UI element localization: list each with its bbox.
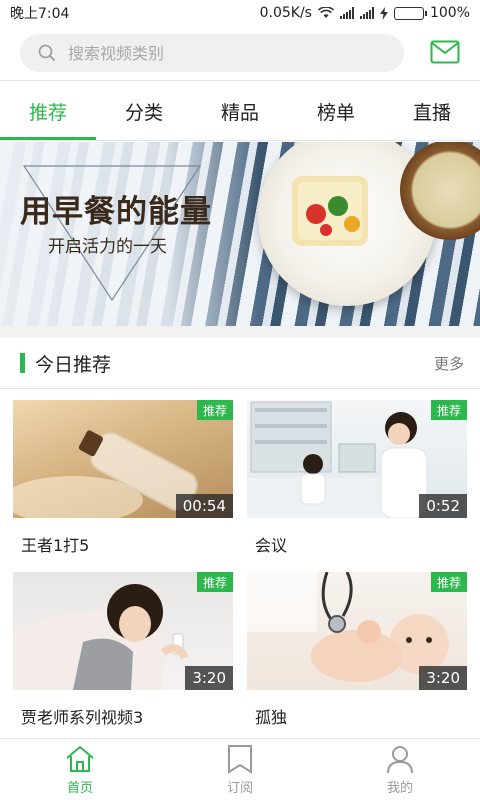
battery-icon <box>393 6 427 20</box>
video-duration: 3:20 <box>185 666 233 690</box>
video-card[interactable]: 推荐 3:20 贾老师系列视频3 <box>13 572 233 742</box>
video-duration: 3:20 <box>419 666 467 690</box>
banner-title: 用早餐的能量 <box>20 194 212 230</box>
cell-signal-2-icon <box>359 7 374 19</box>
video-title: 孤独 <box>255 708 288 727</box>
nav-profile-label: 我的 <box>386 780 413 796</box>
wifi-icon <box>317 7 334 18</box>
video-thumbnail: 推荐 00:54 <box>13 400 233 518</box>
nav-home[interactable]: 首页 <box>0 739 160 800</box>
battery-percent: 100% <box>429 5 470 21</box>
home-icon <box>66 745 94 772</box>
banner-subtitle: 开启活力的一天 <box>48 237 167 257</box>
section-accent-bar <box>20 353 25 373</box>
category-tabs: 推荐 分类 精品 榜单 直播 <box>0 82 480 140</box>
tab-category[interactable]: 分类 <box>96 82 192 140</box>
search-bar[interactable] <box>20 34 404 72</box>
video-title: 会议 <box>255 536 288 555</box>
nav-subscribe[interactable]: 订阅 <box>160 739 320 800</box>
recommend-badge: 推荐 <box>431 400 467 420</box>
video-duration: 00:54 <box>175 494 233 518</box>
nav-profile[interactable]: 我的 <box>320 739 480 800</box>
network-speed: 0.05K/s <box>259 5 312 21</box>
video-duration: 0:52 <box>419 494 467 518</box>
charging-icon <box>379 6 388 20</box>
bottom-nav: 首页 订阅 我的 <box>0 738 480 800</box>
nav-home-label: 首页 <box>66 780 93 796</box>
section-gap <box>0 326 480 338</box>
tab-recommend[interactable]: 推荐 <box>0 82 96 140</box>
nav-subscribe-label: 订阅 <box>226 780 253 796</box>
banner-toast-image <box>292 176 368 246</box>
bookmark-icon <box>228 744 252 774</box>
video-card[interactable]: 推荐 0:52 会议 <box>247 400 467 570</box>
status-time: 晚上7:04 <box>10 6 70 22</box>
video-card[interactable]: 推荐 00:54 王者1打5 <box>13 400 233 570</box>
section-header: 今日推荐 更多 <box>0 338 480 388</box>
video-title: 贾老师系列视频3 <box>21 708 144 727</box>
header-divider <box>0 80 480 81</box>
video-thumbnail: 推荐 3:20 <box>247 572 467 690</box>
recommend-badge: 推荐 <box>197 400 233 420</box>
status-bar: 晚上7:04 0.05K/s 100% <box>0 0 480 26</box>
video-thumbnail: 推荐 0:52 <box>247 400 467 518</box>
tab-live[interactable]: 直播 <box>384 82 480 140</box>
section-title: 今日推荐 <box>35 353 112 376</box>
recommend-badge: 推荐 <box>197 572 233 592</box>
tab-ranking[interactable]: 榜单 <box>288 82 384 140</box>
video-thumbnail: 推荐 3:20 <box>13 572 233 690</box>
tab-featured[interactable]: 精品 <box>192 82 288 140</box>
search-icon <box>38 44 56 62</box>
section-divider <box>0 388 480 389</box>
cell-signal-icon <box>339 7 354 19</box>
mail-icon[interactable] <box>430 40 460 64</box>
user-icon <box>387 745 413 773</box>
promo-banner[interactable]: 用早餐的能量 开启活力的一天 <box>0 142 480 326</box>
tabs-divider <box>0 140 480 141</box>
video-card[interactable]: 推荐 3:20 孤独 <box>247 572 467 742</box>
search-header <box>0 26 480 80</box>
video-title: 王者1打5 <box>21 536 90 555</box>
more-link[interactable]: 更多 <box>434 353 464 374</box>
recommend-badge: 推荐 <box>431 572 467 592</box>
search-input[interactable] <box>68 43 368 63</box>
